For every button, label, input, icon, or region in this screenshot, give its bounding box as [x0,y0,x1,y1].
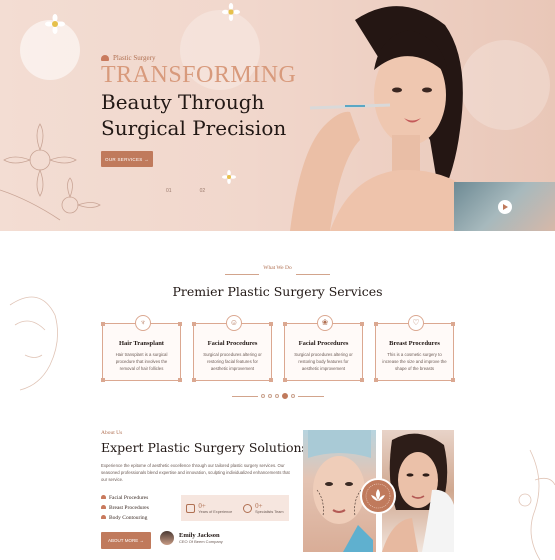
floral-line-art [518,449,555,560]
list-item-label: Body Contouring [109,515,148,521]
carousel-dot-active[interactable] [281,393,288,399]
stats-box: 0+ Years of Experience 0+ Specialists Te… [181,495,289,521]
list-item: Body Contouring [101,513,149,523]
daisy-icon [222,170,236,184]
divider [231,395,258,397]
card-corner [283,322,287,326]
card-corner [360,322,364,326]
video-thumbnail[interactable] [454,182,555,231]
author-role: CEO Of Beem Company [179,539,223,544]
hair-icon: ♆ [135,315,151,331]
card-corner [192,378,196,382]
service-card[interactable]: ♆ Hair Transplant Hair transplant is a s… [101,315,182,382]
card-corner [374,378,378,382]
stat-label: Years of Experience [198,510,233,514]
face-icon: ☺ [226,315,242,331]
card-corner [283,378,287,382]
carousel-pagination [225,392,330,400]
stat-label: Specialists Team [255,510,284,514]
daisy-icon [222,3,240,21]
about-bullet-list: Facial Procedures Breast Procedures Body… [101,493,149,523]
card-corner [101,322,105,326]
hero-title-line3: Surgical Precision [101,116,287,140]
service-card-desc: Surgical procedures altering or restorin… [203,352,262,371]
card-corner [451,322,455,326]
hero-title-line2: Beauty Through [101,90,265,114]
slide-prev-number[interactable]: 01 [166,188,172,194]
lotus-icon [101,505,106,509]
author-block: Emily Jackson CEO Of Beem Company [160,531,223,545]
avatar [160,531,174,545]
breast-icon: ♡ [408,315,424,331]
our-services-button[interactable]: OUR SERVICES → [101,151,153,167]
card-corner [374,322,378,326]
arrow-right-icon: → [139,538,144,543]
author-name: Emily Jackson [179,532,220,539]
stat-number: 0+ [255,502,263,510]
hero-kicker: Plastic Surgery [101,54,155,62]
slide-next-number[interactable]: 02 [200,188,206,194]
service-card-desc: Hair transplant is a surgical procedure … [115,352,168,371]
card-corner [178,378,182,382]
card-corner [360,378,364,382]
service-card-title: Hair Transplant [119,340,164,347]
card-corner [269,322,273,326]
play-icon[interactable] [498,200,512,214]
decor-petal [460,40,550,130]
divider [225,274,259,275]
stat-team: 0+ Specialists Team [243,502,284,514]
lotus-icon: ❀ [317,315,333,331]
service-card[interactable]: ♡ Breast Procedures This is a cosmetic s… [374,315,455,382]
about-title: Expert Plastic Surgery Solutions [101,440,308,455]
lotus-icon [101,55,109,61]
service-card-title: Facial Procedures [207,340,258,347]
card-corner [192,322,196,326]
team-icon [243,503,253,513]
carousel-dot[interactable] [290,394,295,398]
about-more-button-label: ABOUT MORE [108,538,139,543]
divider [296,274,330,275]
arrow-right-icon: → [144,156,149,162]
service-card-title: Breast Procedures [389,340,440,347]
hero-kicker-text: Plastic Surgery [113,54,156,62]
seal-badge-icon [360,478,396,514]
daisy-icon [45,14,65,34]
service-card-desc: This is a cosmetic surgery to increase t… [382,352,447,371]
face-line-art [9,296,58,391]
lotus-icon [101,495,106,499]
floral-line-art [0,123,101,221]
list-item: Facial Procedures [101,493,149,503]
stat-experience: 0+ Years of Experience [186,502,232,514]
slider-pagination: 01 02 [166,188,205,194]
carousel-dot[interactable] [274,394,279,398]
service-card-desc: Surgical procedures altering or restorin… [294,352,353,371]
about-more-button[interactable]: ABOUT MORE → [101,532,151,549]
divider [297,395,324,397]
list-item-label: Breast Procedures [109,505,149,511]
card-corner [178,322,182,326]
about-kicker: About Us [101,430,123,436]
hero-title-accent: TRANSFORMING [101,62,297,88]
lotus-icon [101,515,106,519]
services-kicker: What We Do [263,265,292,271]
card-corner [101,378,105,382]
stat-number: 0+ [198,502,206,510]
about-description: Experience the epitome of aesthetic exce… [101,463,290,482]
service-card-title: Facial Procedures [298,340,349,347]
award-icon [186,503,196,513]
card-corner [451,378,455,382]
list-item-label: Facial Procedures [109,495,149,501]
hero-model-image [290,6,470,231]
service-card[interactable]: ❀ Facial Procedures Surgical procedures … [283,315,364,382]
list-item: Breast Procedures [101,503,149,513]
service-card[interactable]: ☺ Facial Procedures Surgical procedures … [192,315,273,382]
card-corner [269,378,273,382]
hero-section: Plastic Surgery TRANSFORMING Beauty Thro… [0,0,555,231]
our-services-button-label: OUR SERVICES [105,156,143,162]
carousel-dot[interactable] [260,394,265,398]
services-title: Premier Plastic Surgery Services [172,284,383,299]
carousel-dot[interactable] [267,394,272,398]
